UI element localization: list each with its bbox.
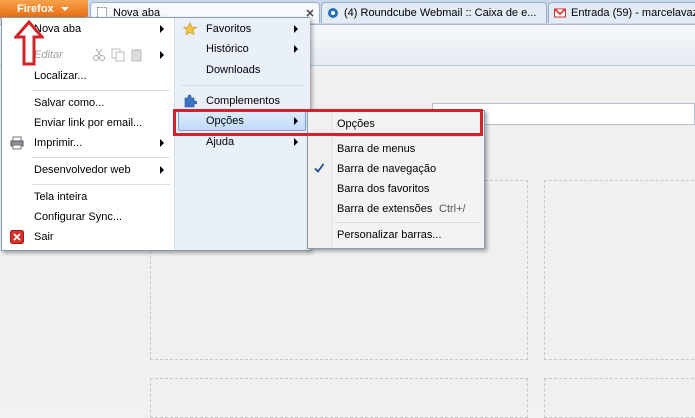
menu-separator <box>32 157 170 158</box>
menu-separator <box>335 136 481 137</box>
puzzle-piece-icon <box>184 94 197 108</box>
menu-item-salvar-como[interactable]: Salvar como... <box>34 93 170 113</box>
menu-item-label: Ajuda <box>206 136 235 148</box>
menu-item-enviar-link[interactable]: Enviar link por email... <box>34 113 170 133</box>
menu-item-label: Configurar Sync... <box>34 211 123 223</box>
firefox-button-label: Firefox <box>17 3 54 15</box>
submenu-arrow-icon <box>294 25 298 33</box>
printer-icon <box>10 136 24 150</box>
menu-item-nova-aba[interactable]: Nova aba <box>34 19 170 39</box>
menu-item-downloads[interactable]: Downloads <box>206 60 306 80</box>
menu-item-label: Barra de menus <box>337 143 416 155</box>
menu-item-sair[interactable]: Sair <box>34 227 170 247</box>
menu-item-localizar[interactable]: Localizar... <box>34 66 170 86</box>
checkmark-icon <box>314 163 325 173</box>
menu-item-favoritos[interactable]: Favoritos <box>206 19 306 39</box>
cut-icon <box>93 48 105 61</box>
menu-item-label: Barra dos favoritos <box>337 183 430 195</box>
menu-item-label: Complementos <box>206 95 280 107</box>
thumbnail-tile[interactable] <box>544 378 695 418</box>
menu-separator <box>335 222 481 223</box>
menu-item-imprimir[interactable]: Imprimir... <box>34 133 170 153</box>
thumbnail-tile[interactable] <box>544 180 695 360</box>
menu-item-label: Enviar link por email... <box>34 117 143 129</box>
exit-icon <box>10 230 24 244</box>
menu-item-label: Tela inteira <box>34 191 88 203</box>
submenu-arrow-icon <box>160 25 164 33</box>
submenu-item-barra-de-extensoes[interactable]: Barra de extensões Ctrl+/ <box>337 199 477 219</box>
menu-item-label: Barra de extensões <box>337 203 433 215</box>
roundcube-icon <box>328 8 338 18</box>
submenu-arrow-icon <box>160 51 164 59</box>
tab-gmail[interactable]: Entrada (59) - marcelavazj <box>548 2 695 23</box>
submenu-item-barra-de-menus[interactable]: Barra de menus <box>337 139 477 159</box>
submenu-item-personalizar-barras[interactable]: Personalizar barras... <box>337 225 477 245</box>
submenu-item-barra-de-navegacao[interactable]: Barra de navegação <box>337 159 477 179</box>
menu-separator <box>32 90 170 91</box>
gmail-icon <box>554 8 566 18</box>
menu-item-label: Salvar como... <box>34 97 105 109</box>
tab-label: Entrada (59) - marcelavazj <box>571 7 695 19</box>
menu-item-tela-inteira[interactable]: Tela inteira <box>34 187 170 207</box>
menu-item-label: Histórico <box>206 43 249 55</box>
menu-item-label: Desenvolvedor web <box>34 164 131 176</box>
submenu-arrow-icon <box>294 45 298 53</box>
star-icon <box>183 22 197 36</box>
menu-item-label: Downloads <box>206 64 261 76</box>
up-arrow-icon <box>14 20 44 66</box>
firefox-menu-button[interactable]: Firefox <box>0 0 88 18</box>
paste-icon <box>131 49 142 62</box>
menu-item-label: Imprimir... <box>34 137 83 149</box>
menu-item-label: Personalizar barras... <box>337 229 442 241</box>
chevron-down-icon <box>61 7 69 11</box>
menu-item-configurar-sync[interactable]: Configurar Sync... <box>34 207 170 227</box>
submenu-arrow-icon <box>160 139 164 147</box>
thumbnail-tile[interactable] <box>150 378 528 418</box>
annotation-highlight-box <box>173 109 483 136</box>
menu-item-complementos[interactable]: Complementos <box>206 91 306 111</box>
shortcut-label: Ctrl+/ <box>439 203 466 215</box>
menu-item-label: Favoritos <box>206 23 252 35</box>
submenu-arrow-icon <box>160 166 164 174</box>
menu-item-label: Sair <box>34 231 54 243</box>
tab-roundcube[interactable]: (4) Roundcube Webmail :: Caixa de e... <box>321 2 547 23</box>
submenu-arrow-icon <box>294 138 298 146</box>
copy-icon <box>111 48 125 62</box>
menu-separator <box>32 184 170 185</box>
menu-item-desenvolvedor-web[interactable]: Desenvolvedor web <box>34 160 170 180</box>
submenu-item-barra-dos-favoritos[interactable]: Barra dos favoritos <box>337 179 477 199</box>
tab-label: (4) Roundcube Webmail :: Caixa de e... <box>344 7 537 19</box>
menu-item-historico[interactable]: Histórico <box>206 39 306 59</box>
menu-separator <box>181 85 304 86</box>
menu-item-label: Localizar... <box>34 70 87 82</box>
menu-item-label: Barra de navegação <box>337 163 437 175</box>
